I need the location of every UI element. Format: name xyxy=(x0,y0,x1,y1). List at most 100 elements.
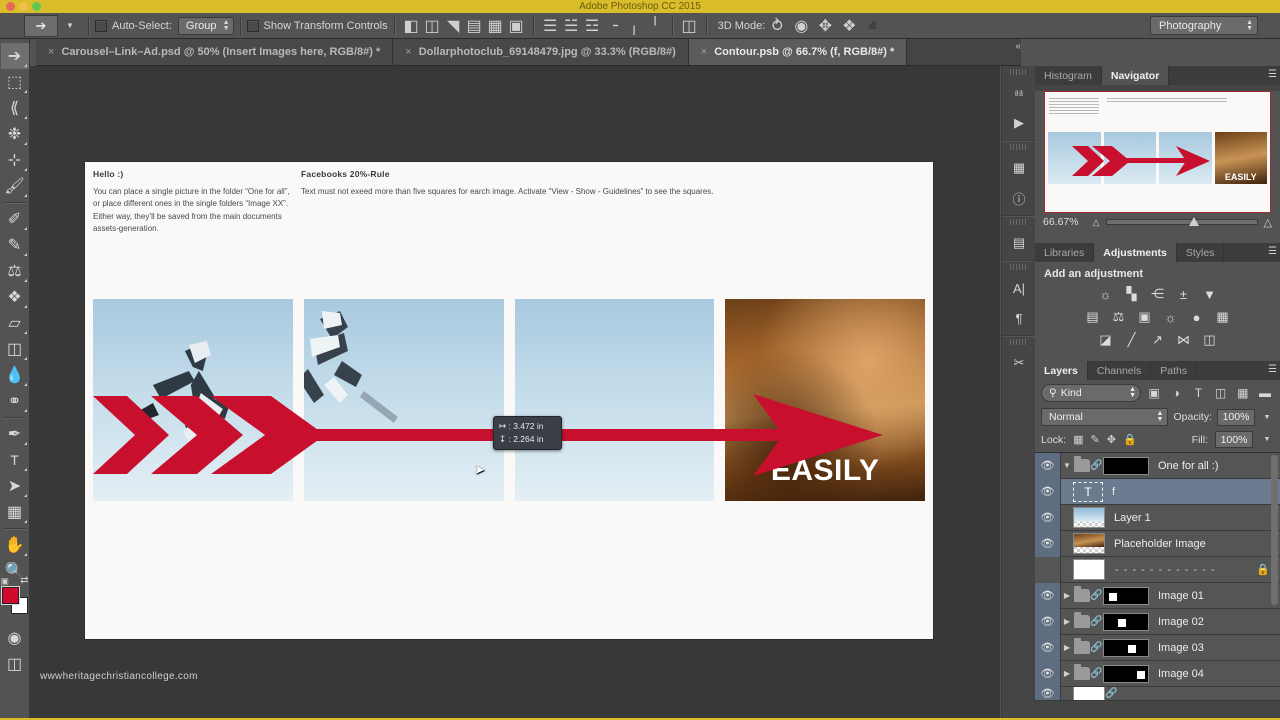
tab-channels[interactable]: Channels xyxy=(1087,361,1152,380)
distribute-vertical-centers-icon[interactable]: ☱ xyxy=(562,16,581,35)
eye-icon[interactable]: 👁 xyxy=(1035,452,1061,479)
roll-3d-icon[interactable]: ◉ xyxy=(791,16,811,36)
slide-3d-icon[interactable]: ❖ xyxy=(839,16,859,36)
eye-icon[interactable]: 👁 xyxy=(1035,556,1061,583)
color-balance-icon[interactable]: ⚖ xyxy=(1108,307,1130,327)
panel-menu-icon[interactable]: ☰ xyxy=(1268,364,1277,375)
curves-icon[interactable]: ⋲ xyxy=(1147,284,1169,304)
default-colors-icon[interactable]: ▣ xyxy=(1,576,10,587)
tool-brush[interactable]: ✎ xyxy=(1,232,29,258)
link-icon[interactable]: 🔗 xyxy=(1090,642,1103,653)
align-bottom-edges-icon[interactable]: ▣ xyxy=(507,16,526,35)
layer-thumbnail[interactable] xyxy=(1073,559,1105,580)
zoom-window-button[interactable] xyxy=(32,2,41,11)
lock-transparent-pixels-icon[interactable]: ▦ xyxy=(1073,433,1083,446)
collapse-panels-icon[interactable]: « xyxy=(1015,41,1020,52)
navigator-thumbnail[interactable]: EASILY xyxy=(1044,91,1271,213)
layers-scrollbar[interactable] xyxy=(1271,453,1278,701)
eye-icon[interactable]: 👁 xyxy=(1035,634,1061,661)
history-panel-icon[interactable]: ⎂ xyxy=(1002,78,1036,108)
layer-mask-thumbnail[interactable] xyxy=(1103,664,1149,683)
disclosure-triangle-icon[interactable]: ▶ xyxy=(1061,617,1073,626)
tool-clone-stamp[interactable]: ⚖ xyxy=(1,258,29,284)
tool-rectangular-marquee[interactable]: ⬚ xyxy=(1,69,29,95)
layer-thumbnail[interactable] xyxy=(1073,507,1105,528)
artboard[interactable]: Hello :) You can place a single picture … xyxy=(85,162,933,639)
canvas-area[interactable]: Hello :) You can place a single picture … xyxy=(30,66,1000,718)
foreground-color-swatch[interactable] xyxy=(0,586,20,605)
tool-presets-panel-icon[interactable]: ✂ xyxy=(1002,348,1036,378)
tool-horizontal-type[interactable]: T xyxy=(1,447,29,473)
table-row[interactable]: 👁 Placeholder Image xyxy=(1035,530,1280,557)
invert-icon[interactable]: ◪ xyxy=(1095,330,1117,350)
table-row[interactable]: 👁 ▶ 🔗 Image 02 xyxy=(1035,608,1280,635)
align-vertical-centers-icon[interactable]: ▦ xyxy=(486,16,505,35)
filter-toggle-icon[interactable]: ▬ xyxy=(1256,384,1274,402)
channel-mixer-icon[interactable]: ● xyxy=(1186,307,1208,327)
table-row[interactable]: 👁 ▶ 🔗 Image 03 xyxy=(1035,634,1280,661)
align-right-edges-icon[interactable]: ◥ xyxy=(444,16,463,35)
close-icon[interactable]: × xyxy=(701,46,707,58)
dock-grip-3[interactable] xyxy=(1010,219,1027,225)
align-horizontal-centers-icon[interactable]: ◫ xyxy=(423,16,442,35)
tool-move[interactable]: ➔ xyxy=(0,43,29,69)
tool-eraser[interactable]: ▱ xyxy=(1,310,29,336)
tab-paths[interactable]: Paths xyxy=(1151,361,1198,380)
layer-thumbnail[interactable] xyxy=(1073,533,1105,554)
disclosure-triangle-icon[interactable]: ▶ xyxy=(1061,591,1073,600)
tool-eyedropper[interactable]: 🖌 xyxy=(1,173,29,199)
distribute-left-edges-icon[interactable]: ╶ xyxy=(604,16,623,35)
eye-icon[interactable]: 👁 xyxy=(1035,530,1061,557)
disclosure-triangle-icon[interactable]: ▶ xyxy=(1061,669,1073,678)
tab-adjustments[interactable]: Adjustments xyxy=(1094,243,1177,262)
dock-grip-2[interactable] xyxy=(1010,144,1027,150)
tool-path-selection[interactable]: ➤ xyxy=(1,473,29,499)
disclosure-triangle-icon[interactable]: ▼ xyxy=(1061,461,1073,470)
link-icon[interactable]: 🔗 xyxy=(1090,590,1103,601)
link-icon[interactable]: 🔗 xyxy=(1105,688,1118,699)
table-row[interactable]: 👁 ▶ 🔗 Image 01 xyxy=(1035,582,1280,609)
image-cell-03[interactable] xyxy=(514,299,715,501)
document-tab-contour[interactable]: × Contour.psb @ 66.7% (f, RGB/8#) * xyxy=(688,39,908,65)
paragraph-panel-icon[interactable]: ¶ xyxy=(1002,303,1036,333)
table-row[interactable]: 👁 ▶ 🔗 Image 04 xyxy=(1035,660,1280,687)
distribute-top-edges-icon[interactable]: ☰ xyxy=(541,16,560,35)
tab-navigator[interactable]: Navigator xyxy=(1101,66,1170,85)
tool-hand[interactable]: ✋ xyxy=(1,532,29,558)
navigator-zoom-value[interactable]: 66.67% xyxy=(1043,216,1079,228)
navigator-zoom-slider[interactable] xyxy=(1105,217,1258,226)
exposure-icon[interactable]: ± xyxy=(1173,284,1195,304)
image-cell-04[interactable]: EASILY xyxy=(725,299,925,501)
selective-color-icon[interactable]: ◫ xyxy=(1199,330,1221,350)
filter-smart-object-layers-icon[interactable]: ▦ xyxy=(1234,384,1252,402)
tool-gradient[interactable]: ◫ xyxy=(1,336,29,362)
panel-menu-icon[interactable]: ☰ xyxy=(1268,69,1277,80)
link-icon[interactable]: 🔗 xyxy=(1090,668,1103,679)
tool-history-brush[interactable]: ❖ xyxy=(1,284,29,310)
panel-menu-icon[interactable]: ☰ xyxy=(1268,246,1277,257)
layer-mask-thumbnail[interactable] xyxy=(1103,456,1149,475)
opacity-dropdown-icon[interactable]: ▼ xyxy=(1260,409,1274,426)
color-lookup-icon[interactable]: ▦ xyxy=(1212,307,1234,327)
actions-panel-icon[interactable]: ▶ xyxy=(1002,108,1036,138)
layer-mask-thumbnail[interactable] xyxy=(1103,612,1149,631)
vibrance-icon[interactable]: ▼ xyxy=(1199,284,1221,304)
layer-mask-thumbnail[interactable] xyxy=(1103,638,1149,657)
eye-icon[interactable]: 👁 xyxy=(1035,478,1061,505)
gradient-map-icon[interactable]: ⋈ xyxy=(1173,330,1195,350)
table-row[interactable]: 👁 Layer 1 xyxy=(1035,504,1280,531)
tool-magic-wand[interactable]: ❉ xyxy=(1,121,29,147)
filter-adjustment-layers-icon[interactable]: ◑ xyxy=(1167,384,1185,402)
tool-lasso[interactable]: ⟪ xyxy=(1,95,29,121)
color-swatches[interactable]: ▣ ⇄ xyxy=(0,575,29,617)
tool-crop[interactable]: ⊹ xyxy=(1,147,29,173)
info-panel-icon[interactable]: ⓘ xyxy=(1002,183,1036,213)
navigator-zoom-knob[interactable] xyxy=(1189,217,1200,226)
rotate-3d-icon[interactable]: ⥁ xyxy=(767,16,787,36)
eye-icon[interactable]: 👁 xyxy=(1035,660,1061,687)
tool-pen[interactable]: ✒ xyxy=(1,421,29,447)
dock-grip[interactable] xyxy=(1010,69,1027,75)
zoom-in-icon[interactable]: △ xyxy=(1264,216,1272,229)
dock-grip-5[interactable] xyxy=(1010,339,1027,345)
threshold-icon[interactable]: ↗ xyxy=(1147,330,1169,350)
